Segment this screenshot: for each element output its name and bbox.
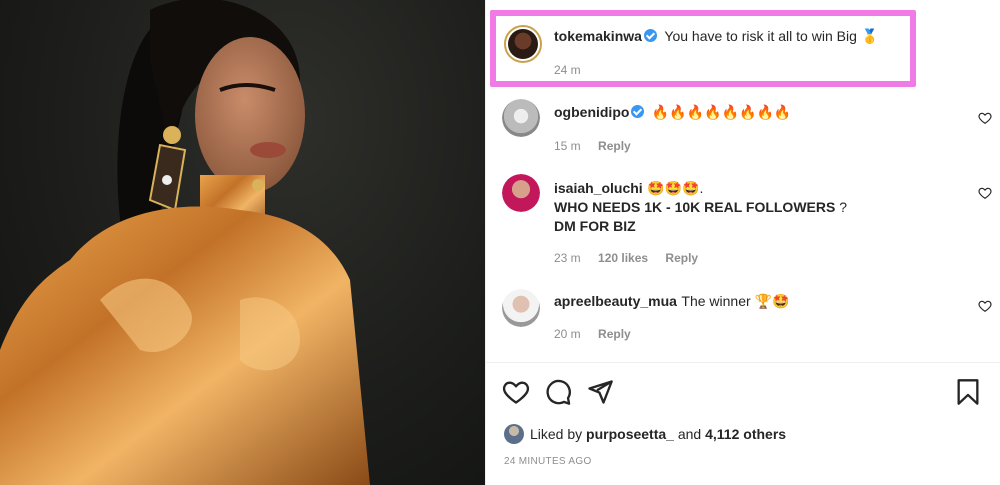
post-photo — [0, 0, 485, 485]
comment-icon[interactable] — [544, 378, 572, 406]
comment-avatar[interactable] — [502, 99, 540, 137]
heart-icon[interactable] — [502, 378, 530, 406]
comment-like-heart-icon[interactable] — [978, 186, 992, 200]
verified-badge-icon — [631, 105, 645, 118]
reply-button[interactable]: Reply — [598, 139, 631, 153]
comment-avatar[interactable] — [502, 174, 540, 212]
comment-meta: 23 m 120 likes Reply — [554, 251, 712, 265]
reply-button[interactable]: Reply — [598, 327, 631, 341]
comment-text-line3: DM FOR BIZ — [554, 218, 636, 234]
caption-time[interactable]: 24 m — [554, 63, 581, 77]
bookmark-icon[interactable] — [954, 378, 982, 406]
verified-badge-icon — [643, 29, 657, 42]
caption-meta: 24 m — [554, 63, 595, 77]
liker-avatar[interactable] — [504, 424, 524, 444]
comment-text: The winner 🏆🤩 — [681, 293, 790, 309]
medal-emoji: 🥇 — [861, 28, 879, 44]
portrait-illustration — [0, 0, 370, 485]
action-bar — [502, 378, 992, 406]
comment-text-line2-bold: REAL FOLLOWERS — [704, 199, 836, 215]
liker-username[interactable]: purposeetta_ — [586, 426, 674, 442]
comment-username[interactable]: ogbenidipo — [554, 104, 629, 120]
comment-text-line1: 🤩🤩🤩. — [647, 180, 704, 196]
comment: isaiah_oluchi 🤩🤩🤩. WHO NEEDS 1K - 10K RE… — [554, 179, 954, 236]
reply-button[interactable]: Reply — [665, 251, 698, 265]
comment: apreelbeauty_mua The winner 🏆🤩 — [554, 293, 954, 311]
author-avatar[interactable] — [504, 25, 542, 63]
comment-meta: 20 m Reply — [554, 327, 645, 341]
comment-text-line2-post: ? — [835, 199, 848, 215]
comment-time[interactable]: 15 m — [554, 139, 581, 153]
comment-like-heart-icon[interactable] — [978, 299, 992, 313]
comment-avatar[interactable] — [502, 289, 540, 327]
comment-text-line2-pre: WHO NEEDS 1K - 10K — [554, 199, 705, 215]
divider — [486, 362, 1000, 363]
likes-and: and — [677, 426, 702, 442]
likes-others[interactable]: 4,112 others — [705, 426, 786, 442]
post-timestamp[interactable]: 24 MINUTES AGO — [504, 456, 592, 467]
comment: ogbenidipo 🔥🔥🔥🔥🔥🔥🔥🔥 — [554, 104, 954, 122]
comment-text: 🔥🔥🔥🔥🔥🔥🔥🔥 — [651, 104, 792, 120]
comments-panel: tokemakinwa You have to risk it all to w… — [485, 0, 1000, 485]
comment-like-heart-icon[interactable] — [978, 111, 992, 125]
caption: tokemakinwa You have to risk it all to w… — [554, 28, 974, 46]
likes-prefix: Liked by — [530, 426, 583, 442]
comment-time[interactable]: 20 m — [554, 327, 581, 341]
comment-time[interactable]: 23 m — [554, 251, 581, 265]
comment-username[interactable]: isaiah_oluchi — [554, 180, 643, 196]
comment-username[interactable]: apreelbeauty_mua — [554, 293, 677, 309]
share-icon[interactable] — [586, 378, 614, 406]
comment-likes-count[interactable]: 120 likes — [598, 251, 648, 265]
caption-text: You have to risk it all to win Big — [664, 28, 857, 44]
caption-username[interactable]: tokemakinwa — [554, 28, 642, 44]
comment-meta: 15 m Reply — [554, 139, 645, 153]
likes-summary: Liked by purposeetta_ and 4,112 others — [504, 424, 786, 444]
